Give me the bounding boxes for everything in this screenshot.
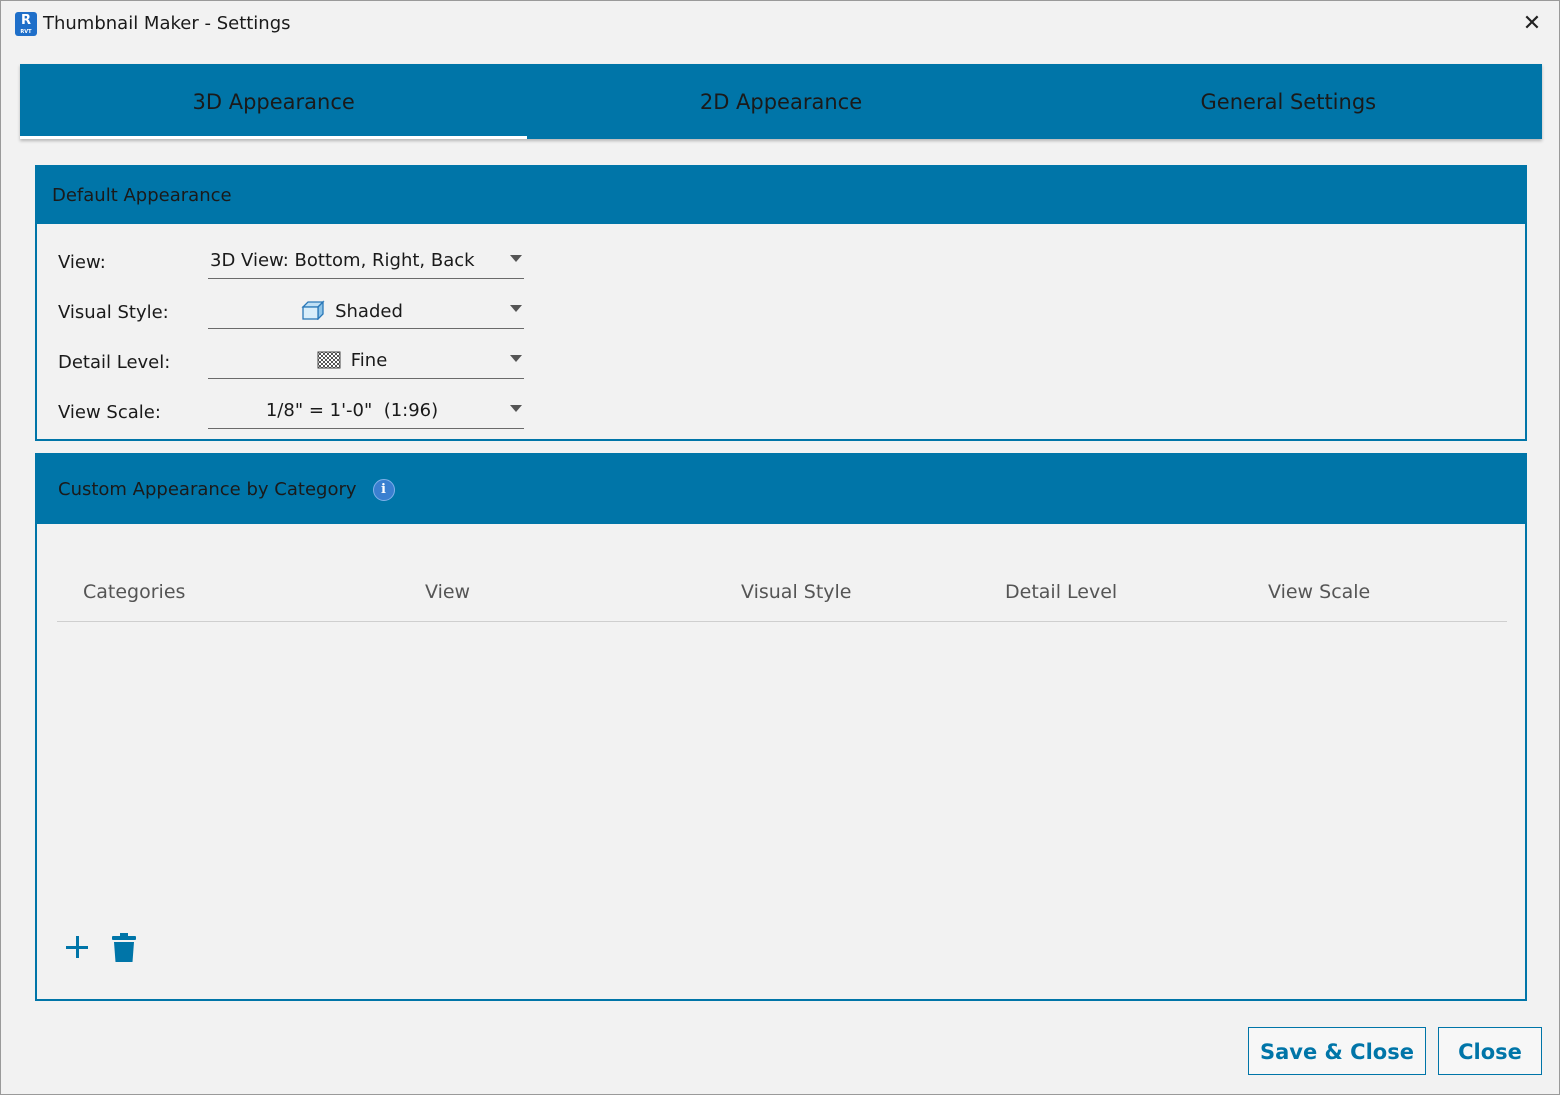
fine-checker-icon xyxy=(317,351,341,369)
info-icon[interactable]: i xyxy=(372,478,395,501)
default-appearance-panel: Default Appearance View: 3D View: Bottom… xyxy=(35,165,1527,441)
column-header-view[interactable]: View xyxy=(425,581,470,603)
tab-general-settings[interactable]: General Settings xyxy=(1035,64,1542,139)
column-header-categories[interactable]: Categories xyxy=(83,581,185,603)
view-value: 3D View: Bottom, Right, Back xyxy=(210,250,475,271)
window-title: Thumbnail Maker - Settings xyxy=(43,13,291,34)
view-scale-value: 1/8" = 1'-0" (1:96) xyxy=(265,400,439,421)
view-label: View: xyxy=(58,252,106,273)
save-and-close-button[interactable]: Save & Close xyxy=(1248,1027,1426,1075)
visual-style-row: Visual Style: Shaded xyxy=(58,292,528,332)
delete-category-button[interactable] xyxy=(111,933,137,963)
chevron-down-icon xyxy=(510,255,522,262)
shaded-cube-icon xyxy=(301,300,325,320)
detail-level-value: Fine xyxy=(350,350,388,371)
category-table-header: Categories View Visual Style Detail Leve… xyxy=(57,565,1507,622)
column-header-detail-level[interactable]: Detail Level xyxy=(1005,581,1117,603)
close-button[interactable]: Close xyxy=(1438,1027,1542,1075)
tab-3d-appearance[interactable]: 3D Appearance xyxy=(20,64,528,139)
visual-style-value: Shaded xyxy=(335,301,403,322)
settings-window: R RVT Thumbnail Maker - Settings ✕ 3D Ap… xyxy=(0,0,1560,1095)
custom-appearance-header: Custom Appearance by Category i xyxy=(37,455,1525,524)
trash-icon xyxy=(112,933,136,962)
detail-level-row: Detail Level: Fine xyxy=(58,342,528,382)
add-category-button[interactable] xyxy=(63,933,91,961)
visual-style-label: Visual Style: xyxy=(58,302,169,323)
revit-app-icon: R RVT xyxy=(15,12,37,36)
chevron-down-icon xyxy=(510,355,522,362)
tab-2d-appearance[interactable]: 2D Appearance xyxy=(527,64,1034,139)
view-scale-label: View Scale: xyxy=(58,402,161,423)
custom-appearance-title: Custom Appearance by Category xyxy=(58,478,357,500)
default-appearance-header: Default Appearance xyxy=(37,167,1525,224)
category-table-body[interactable] xyxy=(57,623,1507,903)
chevron-down-icon xyxy=(510,405,522,412)
view-row: View: 3D View: Bottom, Right, Back xyxy=(58,242,528,282)
column-header-visual-style[interactable]: Visual Style xyxy=(741,581,851,603)
app-icon-letter: R xyxy=(20,13,31,28)
visual-style-dropdown[interactable]: Shaded xyxy=(208,292,524,329)
title-bar: R RVT Thumbnail Maker - Settings ✕ xyxy=(1,1,1560,47)
view-dropdown[interactable]: 3D View: Bottom, Right, Back xyxy=(208,242,524,279)
custom-appearance-panel: Custom Appearance by Category i Categori… xyxy=(35,453,1527,1001)
column-header-view-scale[interactable]: View Scale xyxy=(1268,581,1370,603)
close-icon: ✕ xyxy=(1522,11,1542,36)
tab-bar: 3D Appearance 2D Appearance General Sett… xyxy=(20,64,1542,139)
app-icon-sub: RVT xyxy=(20,29,32,35)
view-scale-dropdown[interactable]: 1/8" = 1'-0" (1:96) xyxy=(208,392,524,429)
visual-style-value-wrap: Shaded xyxy=(208,300,496,322)
detail-level-value-wrap: Fine xyxy=(208,350,496,371)
window-close-button[interactable]: ✕ xyxy=(1519,11,1545,37)
view-scale-row: View Scale: 1/8" = 1'-0" (1:96) xyxy=(58,392,528,432)
detail-level-dropdown[interactable]: Fine xyxy=(208,342,524,379)
chevron-down-icon xyxy=(510,305,522,312)
detail-level-label: Detail Level: xyxy=(58,352,171,373)
